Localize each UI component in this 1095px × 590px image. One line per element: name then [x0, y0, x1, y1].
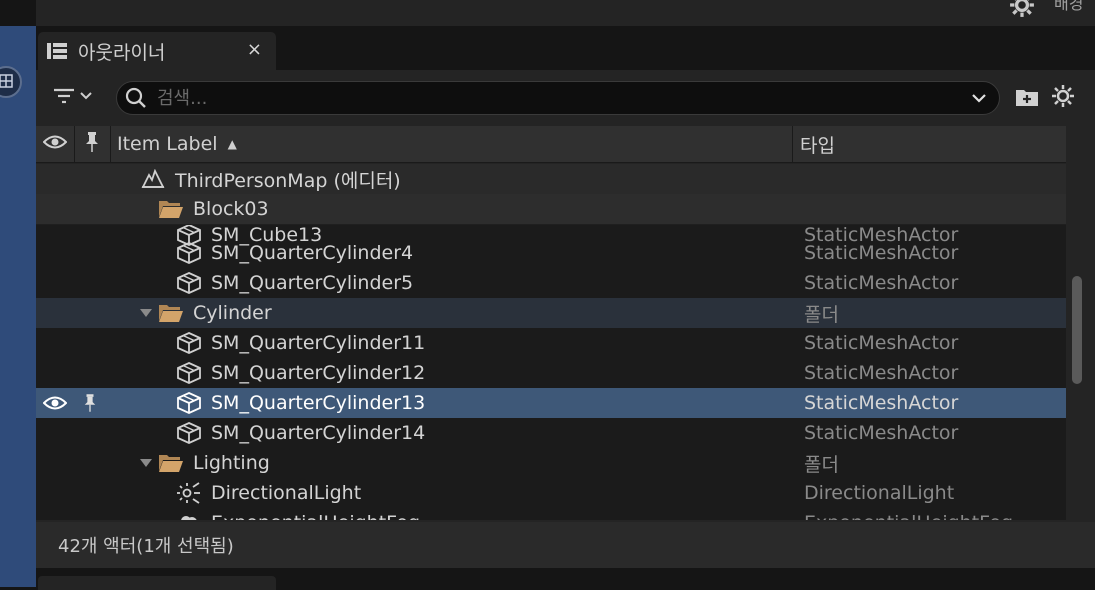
row-type: 폴더 [804, 453, 839, 476]
row-type: StaticMeshActor [804, 422, 959, 444]
sort-ascending-icon: ▲ [227, 137, 237, 151]
row-type: StaticMeshActor [804, 392, 959, 414]
outliner-tree: SM_Cube13 StaticMeshActor SM_QuarterCyli… [36, 164, 1066, 520]
tab-row: 아웃라이너 × [36, 26, 1095, 70]
gear-icon [1051, 84, 1075, 110]
tree-row-folder[interactable]: Cylinder 폴더 [36, 298, 1066, 328]
row-label: SM_QuarterCylinder5 [211, 272, 414, 294]
row-label: SM_QuarterCylinder4 [211, 242, 414, 264]
static-mesh-icon [176, 360, 202, 386]
top-bar-text[interactable]: 배경 [1054, 0, 1083, 14]
row-label: SM_QuarterCylinder13 [211, 392, 426, 414]
row-type: StaticMeshActor [804, 332, 959, 354]
close-icon[interactable]: × [247, 39, 262, 60]
row-label: ExponentialHeightFog [211, 512, 420, 520]
row-type: StaticMeshActor [804, 272, 959, 294]
folder-open-icon [158, 196, 184, 222]
search-dropdown-icon[interactable] [969, 88, 989, 108]
row-type: StaticMeshActor [804, 362, 959, 384]
expand-arrow-icon[interactable] [139, 448, 153, 478]
static-mesh-icon [176, 330, 202, 356]
row-label: Cylinder [193, 302, 272, 324]
map-icon [140, 166, 166, 192]
tree-row-selected[interactable]: SM_QuarterCylinder13 StaticMeshActor [36, 388, 1066, 418]
tree-row[interactable]: SM_QuarterCylinder5 StaticMeshActor [36, 268, 1066, 298]
gear-icon[interactable] [1009, 0, 1035, 18]
row-type: DirectionalLight [804, 482, 955, 504]
filter-icon [52, 85, 78, 111]
actor-count-text: 42개 액터(1개 선택됨) [58, 536, 234, 557]
row-label: SM_QuarterCylinder14 [211, 422, 426, 444]
type-header-text: 타입 [800, 134, 835, 157]
settings-button[interactable] [1051, 84, 1077, 110]
pin-icon [84, 131, 100, 157]
row-label: SM_QuarterCylinder11 [211, 332, 426, 354]
tree-row-root[interactable]: ThirdPersonMap (에디터) [36, 164, 1066, 195]
search-icon [123, 85, 149, 111]
directional-light-icon [176, 480, 202, 506]
tree-row[interactable]: SM_QuarterCylinder14 StaticMeshActor [36, 418, 1066, 448]
row-label: Lighting [193, 452, 270, 474]
row-type: StaticMeshActor [804, 242, 959, 264]
outliner-panel: Item Label ▲ 타입 SM_Cube13 StaticMeshActo… [36, 70, 1095, 568]
row-label: DirectionalLight [211, 482, 362, 504]
tab-details[interactable] [38, 576, 276, 590]
pin-column-header[interactable] [74, 126, 111, 162]
row-type: 폴더 [804, 303, 839, 326]
row-label: ThirdPersonMap (에디터) [175, 169, 401, 192]
item-label-header-text: Item Label [117, 133, 218, 155]
pin-icon[interactable] [80, 388, 100, 418]
bottom-dock-strip [36, 568, 1095, 590]
eye-icon[interactable] [42, 388, 68, 418]
grid-icon [0, 73, 13, 92]
add-folder-button[interactable] [1014, 84, 1040, 110]
tab-outliner[interactable]: 아웃라이너 × [38, 32, 276, 70]
outliner-icon [46, 40, 68, 62]
outliner-toolbar [36, 70, 1095, 124]
folder-open-icon [158, 300, 184, 326]
tree-row[interactable]: SM_QuarterCylinder12 StaticMeshActor [36, 358, 1066, 388]
tree-row[interactable]: ExponentialHeightFog ExponentialHeightFo… [36, 508, 1066, 520]
chevron-down-icon [78, 88, 94, 108]
static-mesh-icon [176, 240, 202, 266]
row-label: SM_QuarterCylinder12 [211, 362, 426, 384]
static-mesh-icon [176, 270, 202, 296]
tree-row[interactable]: SM_QuarterCylinder11 StaticMeshActor [36, 328, 1066, 358]
expand-arrow-icon[interactable] [139, 298, 153, 328]
search-input[interactable] [157, 87, 969, 109]
tree-row-folder[interactable]: Block03 [36, 194, 1066, 225]
row-label: Block03 [193, 198, 269, 220]
static-mesh-icon [176, 390, 202, 416]
eye-icon [42, 133, 68, 155]
status-bar: 42개 액터(1개 선택됨) [36, 522, 1095, 568]
static-mesh-icon [176, 420, 202, 446]
left-dock-strip [0, 26, 37, 587]
tree-row-folder[interactable]: Lighting 폴더 [36, 448, 1066, 478]
add-folder-icon [1014, 84, 1040, 110]
top-bar: 배경 [36, 0, 1095, 26]
type-column-header[interactable]: 타입 [793, 126, 1066, 162]
column-header: Item Label ▲ 타입 [36, 126, 1066, 163]
filter-button[interactable] [52, 84, 104, 112]
viewport-layout-button[interactable] [0, 66, 22, 98]
folder-open-icon [158, 450, 184, 476]
tree-row[interactable]: SM_QuarterCylinder4 StaticMeshActor [36, 238, 1066, 268]
tree-row[interactable]: DirectionalLight DirectionalLight [36, 478, 1066, 508]
visibility-column-header[interactable] [36, 126, 75, 162]
vertical-scrollbar[interactable] [1072, 276, 1082, 384]
fog-icon [176, 510, 202, 520]
tab-label: 아웃라이너 [78, 41, 166, 64]
item-label-column-header[interactable]: Item Label ▲ [110, 126, 793, 162]
search-box [116, 81, 1000, 115]
row-type: ExponentialHeightFog [804, 512, 1013, 520]
